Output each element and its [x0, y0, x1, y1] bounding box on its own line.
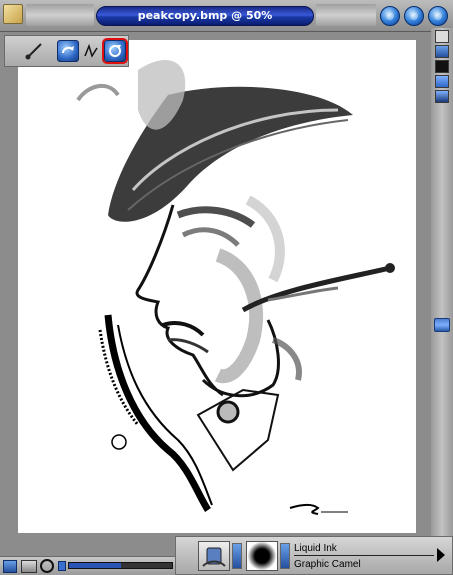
zoom-slider-fill: [69, 563, 121, 568]
close-button[interactable]: [428, 6, 448, 26]
title-bar: peakcopy.bmp @ 50%: [0, 0, 453, 32]
app-icon[interactable]: [3, 4, 23, 24]
window-title: peakcopy.bmp @ 50%: [137, 9, 273, 22]
brush-variant-thumb[interactable]: [246, 541, 278, 571]
zoom-icon[interactable]: [40, 559, 54, 573]
maximize-icon: [410, 12, 418, 20]
scroll-thumb[interactable]: [434, 318, 450, 332]
ink-illustration: [76, 60, 395, 515]
zoom-out-button[interactable]: [58, 561, 66, 571]
brush-tool-button[interactable]: [23, 40, 45, 62]
panel-toggle-button[interactable]: [435, 30, 449, 43]
selected-tool-button[interactable]: [102, 38, 128, 64]
brush-selector-bar: Liquid Ink Graphic Camel: [175, 536, 453, 575]
status-bar: [0, 556, 175, 575]
scroll-up-icon[interactable]: [435, 90, 449, 103]
brush-category-thumb[interactable]: [198, 541, 230, 571]
zoom-slider[interactable]: [68, 562, 173, 569]
refresh-brush-icon: [109, 45, 121, 57]
brush-category-label: Liquid Ink: [294, 543, 337, 554]
layers-icon[interactable]: [3, 560, 17, 573]
tracing-icon[interactable]: [435, 75, 449, 88]
grid-icon[interactable]: [435, 45, 449, 58]
maximize-button[interactable]: [404, 6, 424, 26]
title-right-strip: [316, 4, 376, 26]
ink-bottle-icon: [202, 547, 226, 567]
brush-variant-label: Graphic Camel: [294, 559, 361, 570]
hand-icon[interactable]: [21, 560, 37, 573]
vertical-scrollbar[interactable]: [431, 28, 453, 538]
screen-mode-icon[interactable]: [435, 60, 449, 73]
close-icon: [434, 12, 442, 20]
minimize-icon: [386, 12, 394, 20]
title-track: peakcopy.bmp @ 50%: [96, 6, 314, 26]
drawing-canvas[interactable]: [18, 40, 416, 533]
brush-divider: [294, 555, 434, 556]
lasso-icon: [84, 43, 98, 58]
minimize-button[interactable]: [380, 6, 400, 26]
property-bar: [4, 35, 129, 67]
brush-icon: [25, 43, 42, 60]
panel-menu-arrow-icon[interactable]: [437, 548, 445, 562]
rotate-icon: [62, 46, 74, 54]
title-left-strip: [26, 4, 94, 26]
brush-category-dropdown[interactable]: [232, 543, 242, 569]
lasso-tool-button[interactable]: [81, 40, 103, 62]
rotate-tool-button[interactable]: [57, 40, 79, 62]
brush-variant-dropdown[interactable]: [280, 543, 290, 569]
